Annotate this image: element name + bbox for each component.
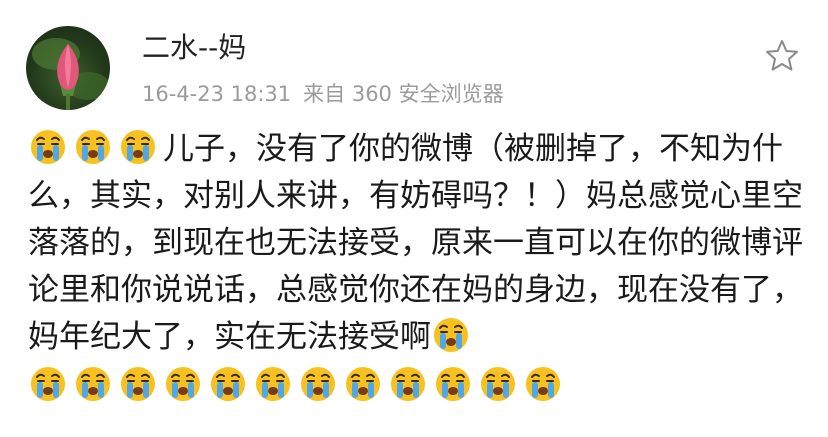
crying-face-emoji bbox=[76, 367, 110, 401]
crying-face-emoji bbox=[211, 367, 245, 401]
crying-face-emoji bbox=[76, 130, 110, 164]
lotus-bud-icon bbox=[32, 38, 110, 110]
crying-face-emoji bbox=[434, 318, 468, 352]
crying-face-emoji bbox=[526, 367, 560, 401]
weibo-post-card: 二水--妈 16-4-23 18:31 来自 360 安全浏览器 儿子，没有了你的… bbox=[0, 0, 828, 437]
crying-face-emoji bbox=[481, 367, 515, 401]
username[interactable]: 二水--妈 bbox=[142, 30, 246, 66]
crying-face-emoji bbox=[346, 367, 380, 401]
post-content: 儿子，没有了你的微博（被删掉了，不知为什么，其实，对别人来讲，有妨碍吗？！）妈总… bbox=[28, 126, 808, 410]
crying-face-emoji bbox=[256, 367, 290, 401]
crying-face-emoji bbox=[31, 367, 65, 401]
avatar[interactable] bbox=[26, 26, 110, 110]
crying-face-emoji bbox=[166, 367, 200, 401]
crying-face-emoji bbox=[301, 367, 335, 401]
crying-face-emoji bbox=[121, 130, 155, 164]
leading-emojis bbox=[28, 130, 163, 167]
crying-face-emoji bbox=[391, 367, 425, 401]
post-meta: 16-4-23 18:31 来自 360 安全浏览器 bbox=[142, 80, 504, 108]
trailing-emojis bbox=[28, 363, 808, 410]
crying-face-emoji bbox=[436, 367, 470, 401]
inline-emoji bbox=[431, 318, 476, 355]
star-icon[interactable] bbox=[764, 38, 800, 74]
crying-face-emoji bbox=[121, 367, 155, 401]
post-source[interactable]: 来自 360 安全浏览器 bbox=[303, 82, 503, 106]
post-timestamp: 16-4-23 18:31 bbox=[142, 82, 292, 106]
crying-face-emoji bbox=[31, 130, 65, 164]
